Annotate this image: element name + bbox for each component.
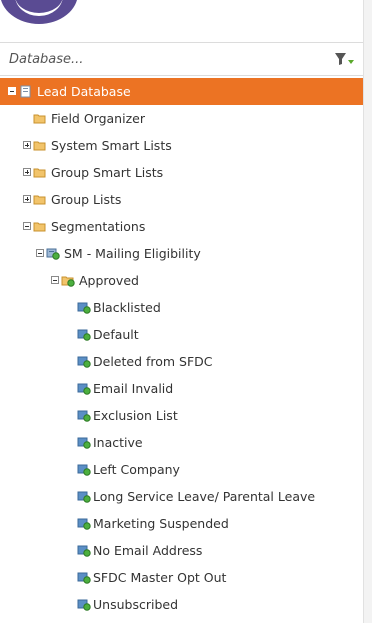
tree-item-group-smart-lists[interactable]: Group Smart Lists <box>0 159 363 186</box>
expand-toggle[interactable] <box>23 195 31 203</box>
expand-toggle[interactable] <box>23 168 31 176</box>
tree-item-label: SFDC Master Opt Out <box>93 570 227 585</box>
folder-icon <box>33 168 46 178</box>
segment-icon <box>77 302 91 314</box>
folder-icon <box>33 141 46 151</box>
tree-item-label: Exclusion List <box>93 408 178 423</box>
segment-icon <box>77 356 91 368</box>
tree-item-segment[interactable]: Left Company <box>0 456 363 483</box>
tree-item-segmentations[interactable]: Segmentations <box>0 213 363 240</box>
tree-item-sm-mailing-eligibility[interactable]: SM - Mailing Eligibility <box>0 240 363 267</box>
folder-icon <box>33 114 46 124</box>
database-icon <box>20 85 31 98</box>
tree-item-label: SM - Mailing Eligibility <box>64 246 201 261</box>
tree-item-label: Group Smart Lists <box>51 165 164 180</box>
tree-item-label: Marketing Suspended <box>93 516 229 531</box>
tree-item-label: Inactive <box>93 435 143 450</box>
tree-item-label: No Email Address <box>93 543 203 558</box>
segment-icon <box>77 329 91 341</box>
segmentation-icon <box>46 248 60 260</box>
tree-item-label: Group Lists <box>51 192 122 207</box>
tree-item-segment[interactable]: Deleted from SFDC <box>0 348 363 375</box>
database-tree: Lead Database Field Organizer System Sma… <box>0 78 363 618</box>
tree-item-segment[interactable]: Default <box>0 321 363 348</box>
tree-item-label: Lead Database <box>37 84 131 99</box>
tree-item-segment[interactable]: Inactive <box>0 429 363 456</box>
folder-icon <box>33 222 46 232</box>
tree-item-segment[interactable]: Exclusion List <box>0 402 363 429</box>
tree-item-label: Left Company <box>93 462 180 477</box>
collapse-toggle[interactable] <box>36 249 44 257</box>
approved-folder-icon <box>61 276 75 287</box>
folder-icon <box>33 195 46 205</box>
tree-item-label: Field Organizer <box>51 111 145 126</box>
tree-item-label: System Smart Lists <box>51 138 172 153</box>
tree-item-label: Deleted from SFDC <box>93 354 213 369</box>
tree-item-segment[interactable]: SFDC Master Opt Out <box>0 564 363 591</box>
segment-icon <box>77 599 91 611</box>
tree-item-field-organizer[interactable]: Field Organizer <box>0 105 363 132</box>
header-area <box>0 0 364 40</box>
tree-item-label: Segmentations <box>51 219 146 234</box>
collapse-toggle[interactable] <box>23 222 31 230</box>
tree-item-segment[interactable]: No Email Address <box>0 537 363 564</box>
scrollbar[interactable] <box>363 0 372 623</box>
segment-icon <box>77 383 91 395</box>
segment-icon <box>77 491 91 503</box>
tree-item-approved[interactable]: Approved <box>0 267 363 294</box>
search-bar <box>0 42 363 76</box>
filter-icon[interactable] <box>333 51 357 67</box>
expand-toggle[interactable] <box>23 141 31 149</box>
tree-item-segment[interactable]: Marketing Suspended <box>0 510 363 537</box>
tree-item-label: Blacklisted <box>93 300 161 315</box>
collapse-toggle[interactable] <box>8 87 16 95</box>
tree-item-segment[interactable]: Long Service Leave/ Parental Leave <box>0 483 363 510</box>
tree-item-label: Default <box>93 327 139 342</box>
logo-icon <box>0 0 78 24</box>
tree-item-label: Unsubscribed <box>93 597 178 612</box>
segment-icon <box>77 545 91 557</box>
tree-item-segment[interactable]: Unsubscribed <box>0 591 363 618</box>
tree-item-segment[interactable]: Blacklisted <box>0 294 363 321</box>
collapse-toggle[interactable] <box>51 276 59 284</box>
segment-icon <box>77 518 91 530</box>
tree-item-label: Long Service Leave/ Parental Leave <box>93 489 316 504</box>
segment-icon <box>77 572 91 584</box>
tree-item-lead-database[interactable]: Lead Database <box>0 78 363 105</box>
tree-item-group-lists[interactable]: Group Lists <box>0 186 363 213</box>
tree-item-label: Approved <box>79 273 139 288</box>
segment-icon <box>77 410 91 422</box>
tree-item-label: Email Invalid <box>93 381 174 396</box>
tree-item-system-smart-lists[interactable]: System Smart Lists <box>0 132 363 159</box>
segment-icon <box>77 464 91 476</box>
database-search-input[interactable] <box>0 43 329 75</box>
segment-icon <box>77 437 91 449</box>
tree-item-segment[interactable]: Email Invalid <box>0 375 363 402</box>
